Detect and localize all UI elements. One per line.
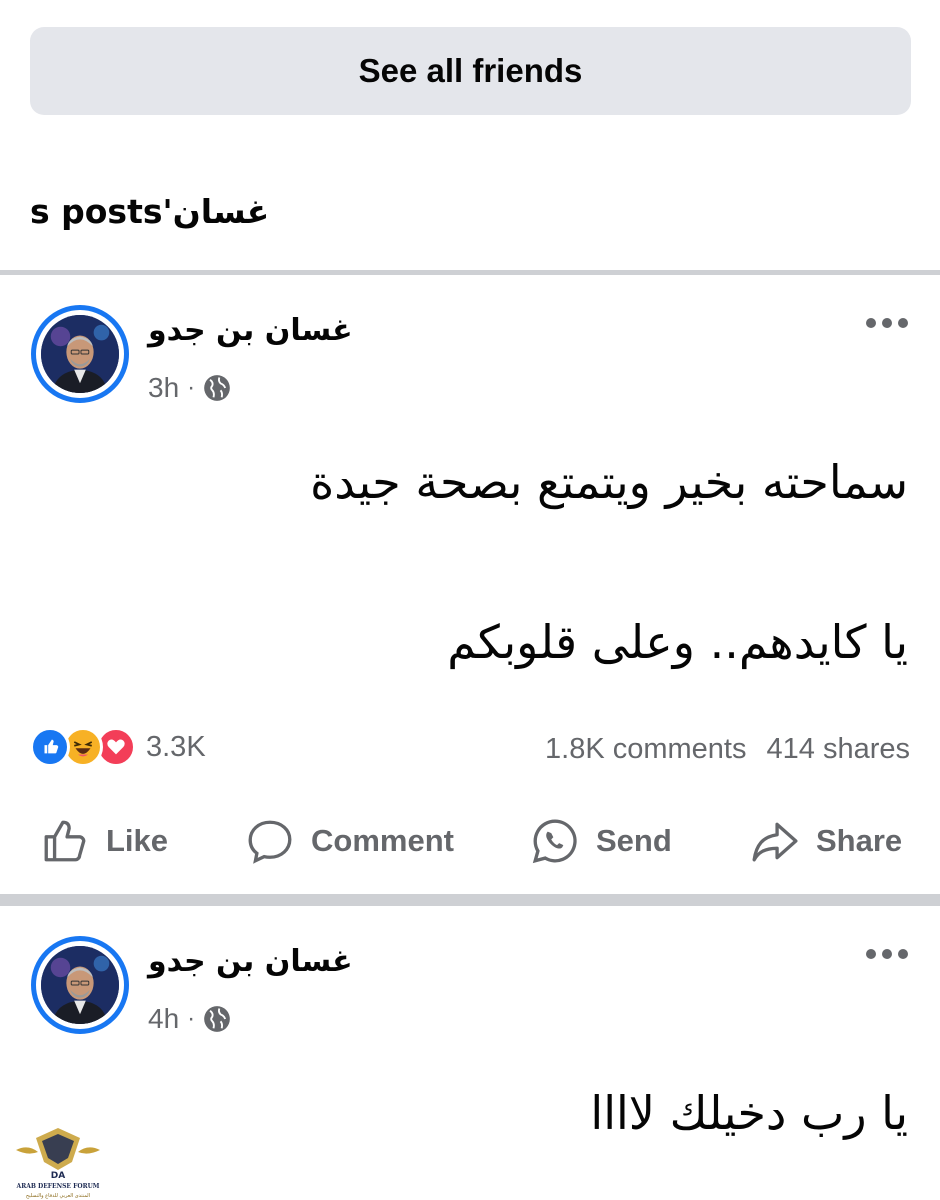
send-label: Send [596,823,672,858]
reactions-count: 3.3K [146,730,206,763]
meta-separator: · [187,374,196,401]
more-options-icon[interactable] [866,946,914,962]
share-button[interactable]: Share [750,810,902,872]
avatar-photo [41,315,119,393]
post-meta: 4h · [148,1001,231,1037]
post-time[interactable]: 4h [148,1003,179,1035]
comment-label: Comment [311,823,454,858]
watermark-initials: DA [51,1171,65,1181]
send-button[interactable]: Send [530,810,672,872]
post-author-name[interactable]: غسان بن جدو [148,313,353,348]
meta-separator: · [187,1005,196,1032]
post-text-line: يا رب دخيلك لاااا [590,1086,908,1140]
like-label: Like [106,823,169,858]
author-avatar[interactable] [31,305,129,403]
share-arrow-icon [752,822,798,862]
arab-defense-forum-watermark: DA ARAB DEFENSE FORUM المنتدى العربي للد… [16,1128,100,1199]
avatar-photo [41,946,119,1024]
post-text-line: يا كايدهم.. وعلى قلوبكم [447,615,908,669]
reactions-summary[interactable]: 3.3K [30,726,206,768]
globe-icon [204,375,230,401]
post-meta: 3h · [148,370,231,406]
posts-section-title: غسان's posts [30,192,270,231]
post-stats: 1.8K comments 414 shares [545,729,910,769]
comments-count[interactable]: 1.8K comments [545,733,746,766]
post-card: غسان بن جدو 3h · سماحته بخير ويتمتع بصحة… [0,275,940,894]
post-author-name[interactable]: غسان بن جدو [148,944,353,979]
more-options-icon[interactable] [866,315,914,331]
globe-icon [204,1006,230,1032]
author-avatar[interactable] [31,936,129,1034]
share-label: Share [816,823,903,858]
post-actions: Like Comment Send Share [0,810,940,872]
post-text-line: سماحته بخير ويتمتع بصحة جيدة [310,455,908,509]
post-time[interactable]: 3h [148,372,179,404]
watermark-arabic: المنتدى العربي للدفاع والتسليح [26,1193,90,1199]
like-button[interactable]: Like [40,810,168,872]
whatsapp-icon [532,819,577,864]
post-card: غسان بن جدو 4h · يا رب دخيلك لاااا [0,906,940,1200]
shares-count[interactable]: 414 shares [767,733,911,766]
watermark-name: ARAB DEFENSE FORUM [16,1183,100,1190]
comment-button[interactable]: Comment [245,810,454,872]
like-icon [30,727,70,767]
post-divider [0,894,940,906]
see-all-friends-button[interactable]: See all friends [30,27,911,115]
thumbs-up-icon [44,820,86,862]
comment-bubble-icon [248,820,292,864]
